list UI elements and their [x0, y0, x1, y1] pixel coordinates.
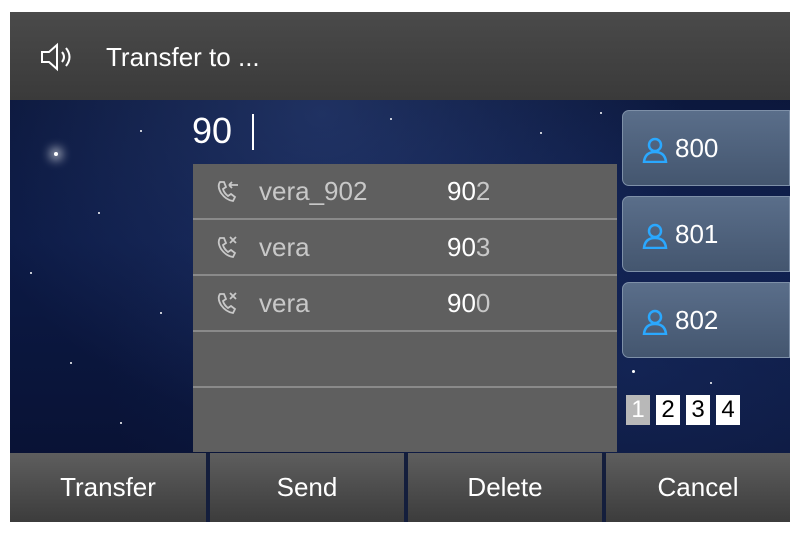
speed-dial-802[interactable]: 802 [622, 282, 790, 358]
page-3[interactable]: 3 [686, 395, 710, 425]
title-bar: Transfer to ... [10, 12, 790, 100]
softkey-divider [602, 453, 606, 522]
contact-name: vera_902 [259, 176, 368, 206]
contact-number: 900 [447, 288, 490, 318]
remaining-digits: 2 [475, 176, 491, 206]
star [160, 312, 162, 314]
softkey-divider [206, 453, 210, 522]
delete-button[interactable]: Delete [408, 453, 602, 522]
page-1[interactable]: 1 [626, 395, 650, 425]
suggestion-row[interactable]: vera 900 [193, 276, 617, 332]
number-input[interactable]: 90 [192, 109, 232, 153]
star [540, 132, 542, 134]
contact-icon [642, 137, 668, 163]
outgoing-call-icon [217, 181, 238, 202]
contact-icon [642, 309, 668, 335]
suggestion-list: vera_902 902 vera 903 vera 900 [193, 164, 617, 452]
empty-row [193, 332, 617, 388]
star [600, 112, 602, 114]
star [710, 382, 712, 384]
star [140, 130, 142, 132]
matched-digits: 90 [447, 288, 476, 318]
contact-number: 902 [447, 176, 490, 206]
page-4[interactable]: 4 [716, 395, 740, 425]
text-cursor [252, 114, 254, 150]
star [30, 272, 32, 274]
star [390, 118, 392, 120]
contact-name: vera [259, 288, 310, 318]
suggestion-row[interactable]: vera_902 902 [193, 164, 617, 220]
phone-screen: Transfer to ... 90 vera_902 902 vera 903 [10, 12, 790, 522]
star [120, 422, 122, 424]
remaining-digits: 0 [475, 288, 491, 318]
contact-name: vera [259, 232, 310, 262]
speed-dial-800[interactable]: 800 [622, 110, 790, 186]
contact-number: 903 [447, 232, 490, 262]
transfer-button[interactable]: Transfer [10, 453, 206, 522]
matched-digits: 90 [447, 176, 476, 206]
star [54, 152, 58, 156]
cancel-button[interactable]: Cancel [606, 453, 790, 522]
speaker-icon [41, 42, 71, 72]
matched-digits: 90 [447, 232, 476, 262]
speed-dial-label: 801 [675, 219, 719, 249]
page-2[interactable]: 2 [656, 395, 680, 425]
star [632, 370, 635, 373]
suggestion-row[interactable]: vera 903 [193, 220, 617, 276]
remaining-digits: 3 [475, 232, 491, 262]
speed-dial-801[interactable]: 801 [622, 196, 790, 272]
empty-row [193, 388, 617, 444]
send-button[interactable]: Send [210, 453, 404, 522]
speed-dial-label: 802 [675, 305, 719, 335]
missed-call-icon [217, 292, 237, 314]
speed-dial-label: 800 [675, 133, 719, 163]
softkey-bar: Transfer Send Delete Cancel [10, 453, 790, 522]
star [98, 212, 100, 214]
softkey-divider [404, 453, 408, 522]
star [70, 362, 72, 364]
page-title: Transfer to ... [106, 42, 260, 72]
missed-call-icon [217, 236, 237, 258]
contact-icon [642, 223, 668, 249]
